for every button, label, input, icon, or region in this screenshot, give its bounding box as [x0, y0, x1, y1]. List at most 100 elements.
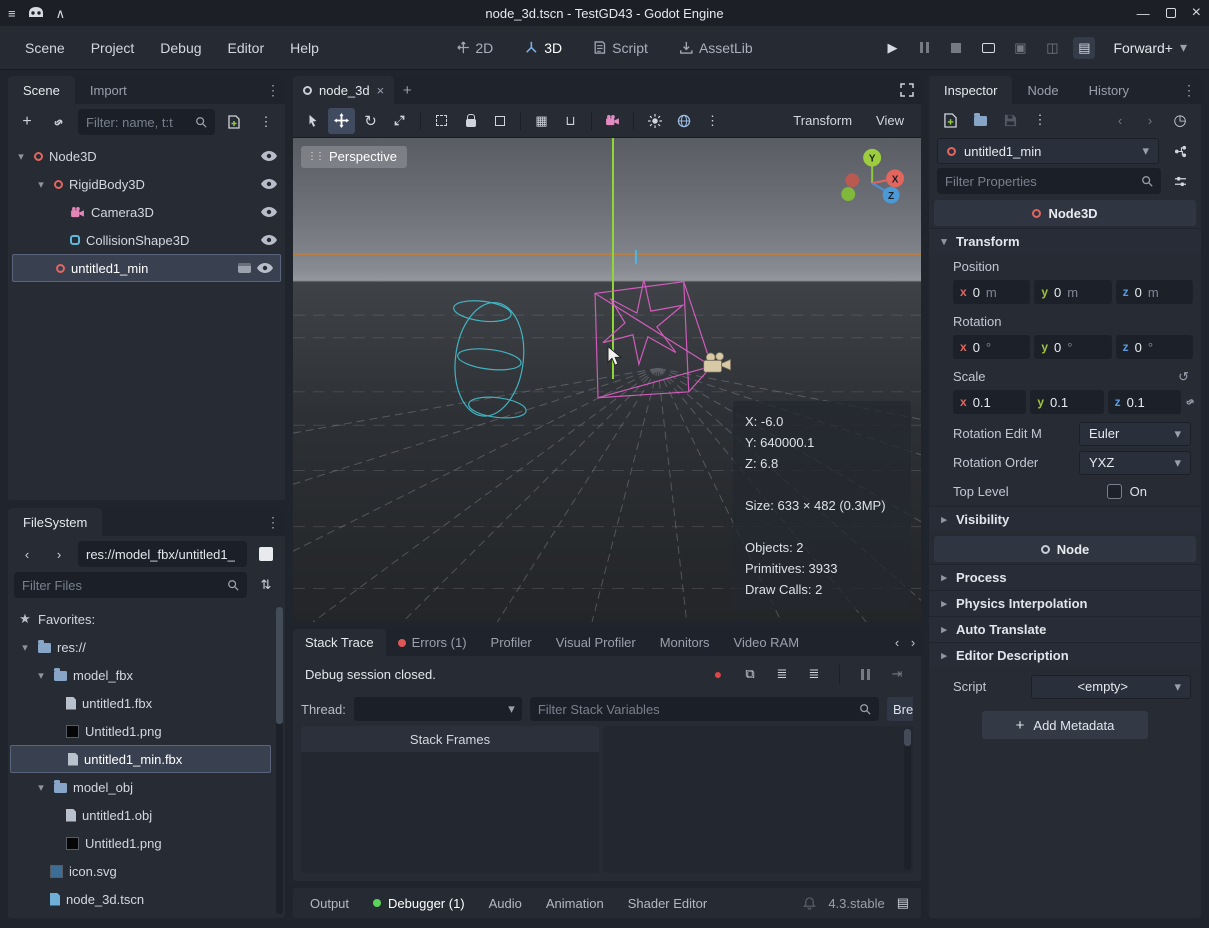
renderer-select[interactable]: Forward+ ▾: [1105, 35, 1195, 60]
preview-sun-button[interactable]: [641, 108, 668, 134]
load-resource-button[interactable]: [967, 107, 993, 133]
preview-environment-button[interactable]: [670, 108, 697, 134]
maximize-button[interactable]: [1166, 8, 1176, 18]
tab-video-ram[interactable]: Video RAM: [722, 629, 812, 656]
fs-item-model-obj[interactable]: ▾ model_obj: [8, 773, 273, 801]
axis-gizmo[interactable]: Y X Z: [841, 149, 904, 204]
minimize-button[interactable]: —: [1137, 7, 1150, 20]
window-menu-icon[interactable]: ≡: [8, 7, 16, 20]
scene-dock-menu-icon[interactable]: ⋮: [261, 76, 285, 104]
close-button[interactable]: ×: [1192, 5, 1201, 21]
debug-pause-button[interactable]: [853, 662, 877, 686]
scale-x-field[interactable]: x0.1: [953, 390, 1026, 414]
notification-bell-icon[interactable]: [803, 897, 816, 910]
engine-version[interactable]: 4.3.stable: [828, 896, 884, 911]
tab-profiler[interactable]: Profiler: [479, 629, 544, 656]
fs-path-input[interactable]: [86, 547, 239, 562]
link-scale-icon[interactable]: [1185, 396, 1197, 408]
break-button[interactable]: Bre: [887, 697, 913, 721]
viewport-3d[interactable]: Y X Z ⋮⋮ Perspective X: -6.0 Y: 640000.1…: [293, 138, 921, 622]
move-tool-button[interactable]: [328, 108, 355, 134]
play-custom-scene-button[interactable]: ◫: [1041, 37, 1063, 59]
menu-help[interactable]: Help: [279, 35, 330, 61]
fs-scrollbar[interactable]: [276, 607, 283, 914]
slate-icon[interactable]: [238, 263, 251, 273]
expand-bottom-panel-icon[interactable]: ▤: [897, 895, 909, 911]
movie-maker-button[interactable]: ▤: [1073, 37, 1095, 59]
tree-node-camera3d[interactable]: Camera3D: [8, 198, 285, 226]
section-auto-translate[interactable]: ▸ Auto Translate: [929, 616, 1201, 642]
section-editor-description[interactable]: ▸ Editor Description: [929, 642, 1201, 668]
fs-item-untitled1-obj[interactable]: untitled1.obj: [8, 801, 273, 829]
select-tool-button[interactable]: [299, 108, 326, 134]
scale-z-field[interactable]: z0.1: [1108, 390, 1181, 414]
visibility-eye-icon[interactable]: [261, 207, 277, 217]
scene-filter-field[interactable]: [78, 109, 215, 135]
history-forward-button[interactable]: ›: [1137, 107, 1163, 133]
workspace-2d[interactable]: 2D: [444, 35, 505, 61]
workspace-3d[interactable]: 3D: [513, 35, 574, 61]
edited-node-select[interactable]: untitled1_min ▾: [937, 138, 1159, 164]
rotation-order-select[interactable]: YXZ▾: [1079, 451, 1191, 475]
resource-options-icon[interactable]: ⋮: [1027, 107, 1053, 133]
fs-item-untitled1-min-fbx[interactable]: untitled1_min.fbx: [10, 745, 271, 773]
expand-list-button[interactable]: ≣: [802, 662, 826, 686]
stop-button[interactable]: [945, 37, 967, 59]
history-back-button[interactable]: ‹: [1107, 107, 1133, 133]
instantiate-scene-button[interactable]: [46, 109, 72, 135]
save-resource-button[interactable]: [997, 107, 1023, 133]
vars-scrollbar-thumb[interactable]: [904, 729, 911, 746]
inspector-filter-field[interactable]: [937, 168, 1161, 194]
menu-debug[interactable]: Debug: [149, 35, 212, 61]
position-z-field[interactable]: z0m: [1116, 280, 1193, 304]
inspector-filter-input[interactable]: [945, 174, 1135, 189]
visibility-eye-icon[interactable]: [261, 151, 277, 161]
class-header-node3d[interactable]: Node3D: [934, 200, 1196, 226]
filesystem-menu-icon[interactable]: ⋮: [261, 508, 285, 536]
stack-filter-field[interactable]: [530, 697, 879, 721]
play-button[interactable]: ▶: [881, 37, 903, 59]
play-scene-button[interactable]: ▣: [1009, 37, 1031, 59]
tabs-scroll-left-icon[interactable]: ‹: [889, 629, 905, 656]
visibility-eye-icon[interactable]: [261, 179, 277, 189]
debug-continue-button[interactable]: ⇥: [885, 662, 909, 686]
expand-icon[interactable]: ▾: [34, 178, 48, 191]
filter-options-button[interactable]: [1167, 168, 1193, 194]
selection-list-button[interactable]: [428, 108, 455, 134]
fs-item-untitled1-png-2[interactable]: Untitled1.png: [8, 829, 273, 857]
bottom-output[interactable]: Output: [299, 891, 360, 916]
tab-filesystem[interactable]: FileSystem: [8, 508, 102, 536]
menu-editor[interactable]: Editor: [217, 35, 276, 61]
bottom-animation[interactable]: Animation: [535, 891, 615, 916]
local-space-button[interactable]: ▦: [528, 108, 555, 134]
snap-toggle-button[interactable]: ⊔: [557, 108, 584, 134]
rotation-edit-mode-select[interactable]: Euler▾: [1079, 422, 1191, 446]
fs-sort-button[interactable]: ⇅: [253, 572, 279, 598]
section-transform[interactable]: ▾ Transform: [929, 228, 1201, 254]
fs-focus-file-button[interactable]: [253, 541, 279, 567]
transform-menu[interactable]: Transform: [782, 108, 863, 133]
revert-icon[interactable]: ↺: [1178, 369, 1191, 385]
tree-node-collisionshape3d[interactable]: CollisionShape3D: [8, 226, 285, 254]
rotation-x-field[interactable]: x0°: [953, 335, 1030, 359]
tab-errors[interactable]: Errors (1): [386, 629, 479, 656]
fs-item-untitled1-png[interactable]: Untitled1.png: [8, 717, 273, 745]
tree-node-rigidbody3d[interactable]: ▾ RigidBody3D: [8, 170, 285, 198]
visibility-eye-icon[interactable]: [261, 235, 277, 245]
pause-button[interactable]: [913, 37, 935, 59]
tab-import[interactable]: Import: [75, 76, 142, 104]
visibility-eye-icon[interactable]: [257, 263, 273, 273]
class-header-node[interactable]: Node: [934, 536, 1196, 562]
workspace-assetlib[interactable]: AssetLib: [668, 35, 765, 61]
fs-item-res[interactable]: ▾ res://: [8, 633, 273, 661]
tabs-scroll-right-icon[interactable]: ›: [905, 629, 921, 656]
stack-filter-input[interactable]: [538, 702, 853, 717]
vars-scrollbar[interactable]: [904, 729, 911, 870]
tab-visual-profiler[interactable]: Visual Profiler: [544, 629, 648, 656]
bottom-audio[interactable]: Audio: [478, 891, 533, 916]
rotate-tool-button[interactable]: ↻: [357, 108, 384, 134]
thread-select[interactable]: ▾: [354, 697, 522, 721]
fs-item-untitled1-fbx[interactable]: untitled1.fbx: [8, 689, 273, 717]
fs-filter-input[interactable]: [22, 578, 221, 593]
scale-y-field[interactable]: y0.1: [1030, 390, 1103, 414]
